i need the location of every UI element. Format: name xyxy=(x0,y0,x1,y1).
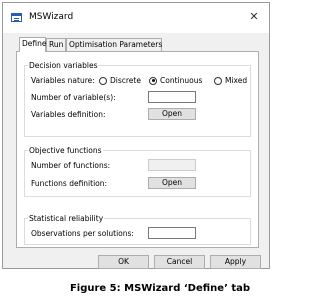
figure-caption: Figure 5: MSWizard ‘Define’ tab xyxy=(69,283,251,294)
radio-discrete-label: Discrete xyxy=(110,76,141,85)
variables-definition-label: Variables definition: xyxy=(31,110,106,119)
app-window-icon xyxy=(11,13,22,22)
observations-per-solutions-label: Observations per solutions: xyxy=(31,229,134,238)
decision-variables-group: Decision variables Variables nature: Dis… xyxy=(24,61,251,137)
close-icon[interactable]: ✕ xyxy=(247,10,261,24)
number-of-variables-input[interactable] xyxy=(148,91,196,103)
objective-functions-group: Objective functions Number of functions:… xyxy=(24,146,251,197)
ok-button[interactable]: OK xyxy=(98,255,149,269)
define-tab-panel: Decision variables Variables nature: Dis… xyxy=(16,51,259,248)
radio-continuous-label: Continuous xyxy=(160,76,203,85)
title-bar: MSWizard ✕ xyxy=(3,3,269,33)
decision-variables-heading: Decision variables xyxy=(28,61,99,70)
window-title: MSWizard xyxy=(29,12,74,22)
variables-nature-label: Variables nature: xyxy=(31,76,95,85)
radio-circle-checked xyxy=(149,76,157,85)
radio-discrete[interactable]: Discrete xyxy=(99,76,141,85)
observations-per-solutions-input[interactable] xyxy=(148,227,196,239)
objective-functions-heading: Objective functions xyxy=(28,146,103,155)
radio-circle xyxy=(99,76,107,85)
variables-open-button[interactable]: Open xyxy=(148,108,196,120)
mswizard-window: MSWizard ✕ Define Run Optimisation Param… xyxy=(2,2,270,269)
number-of-functions-input[interactable] xyxy=(148,159,196,171)
tab-define[interactable]: Define xyxy=(19,37,46,52)
radio-mixed[interactable]: Mixed xyxy=(214,76,247,85)
radio-mixed-label: Mixed xyxy=(225,76,248,85)
statistical-reliability-group: Statistical reliability Observations per… xyxy=(24,214,251,245)
cancel-button[interactable]: Cancel xyxy=(154,255,205,269)
number-of-variables-label: Number of variable(s): xyxy=(31,93,116,102)
apply-button[interactable]: Apply xyxy=(210,255,261,269)
statistical-reliability-heading: Statistical reliability xyxy=(28,214,105,223)
tab-run[interactable]: Run xyxy=(46,38,66,51)
functions-open-button[interactable]: Open xyxy=(148,177,196,189)
tab-optimisation-parameters[interactable]: Optimisation Parameters xyxy=(66,38,162,51)
functions-definition-label: Functions definition: xyxy=(31,179,108,188)
radio-continuous[interactable]: Continuous xyxy=(149,76,202,85)
radio-circle xyxy=(214,76,222,85)
number-of-functions-label: Number of functions: xyxy=(31,161,111,170)
